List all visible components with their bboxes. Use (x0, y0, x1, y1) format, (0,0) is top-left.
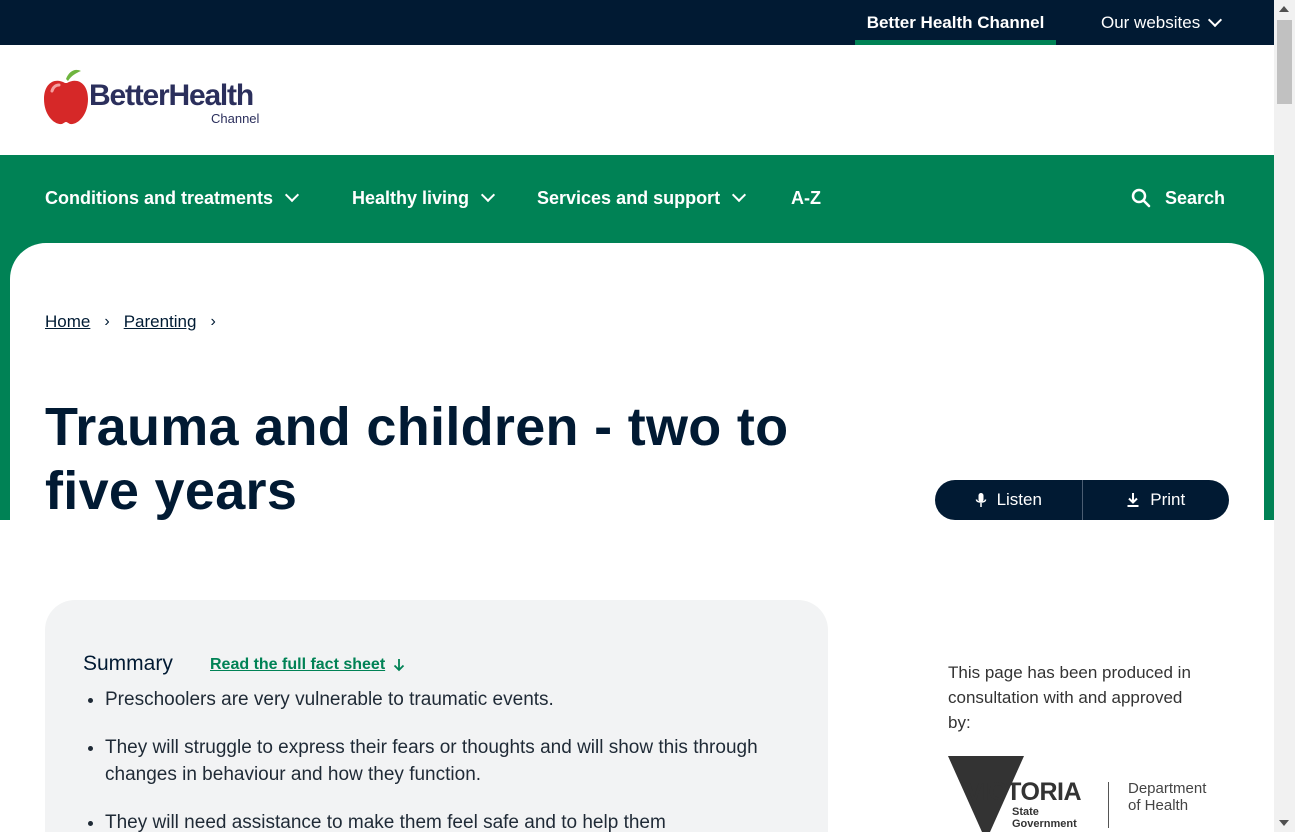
download-icon (1127, 493, 1139, 507)
summary-box: Summary Read the full fact sheet Prescho… (45, 600, 828, 832)
breadcrumb: Home › Parenting › (45, 312, 216, 332)
nav-services-and-support[interactable]: Services and support (537, 185, 747, 211)
logo-wordmark: BetterHealth (89, 79, 254, 112)
nav-item-label: Conditions and treatments (45, 187, 274, 208)
page-title: Trauma and children - two to five years (45, 397, 789, 521)
our-websites-label: Our websites (1101, 12, 1201, 32)
page-scrollbar[interactable] (1274, 0, 1295, 832)
search-label: Search (1165, 187, 1226, 208)
arrow-down-icon (394, 659, 405, 672)
victoria-government-logo[interactable]: VICTORIA State Government Department of … (948, 756, 1228, 832)
print-label: Print (1150, 490, 1186, 509)
print-button[interactable]: Print (1082, 480, 1229, 520)
our-websites-dropdown[interactable]: Our websites (1101, 0, 1223, 45)
apple-icon (44, 69, 88, 125)
department-of-health-label: Department of Health (1128, 780, 1207, 814)
chevron-down-icon (1208, 12, 1223, 27)
summary-heading: Summary (83, 652, 173, 675)
better-health-logo[interactable]: BetterHealth Channel (43, 69, 283, 129)
victoria-wordmark: VICTORIA (966, 778, 1082, 806)
summary-point: They will need assistance to make them f… (105, 809, 805, 832)
search-icon (1131, 188, 1151, 208)
microphone-icon (975, 493, 986, 507)
scrollbar-thumb[interactable] (1277, 20, 1292, 104)
breadcrumb-separator: › (210, 313, 216, 330)
scroll-down-arrow-icon[interactable] (1279, 820, 1289, 826)
breadcrumb-separator: › (104, 313, 110, 330)
breadcrumb-parenting-link[interactable]: Parenting (124, 312, 197, 332)
approval-note: This page has been produced in consultat… (948, 663, 1191, 732)
read-full-fact-sheet-link[interactable]: Read the full fact sheet (210, 656, 405, 674)
scroll-up-arrow-icon[interactable] (1279, 6, 1289, 12)
breadcrumb-home-link[interactable]: Home (45, 312, 90, 332)
listen-button[interactable]: Listen (935, 480, 1083, 520)
summary-point: They will struggle to express their fear… (105, 734, 805, 788)
nav-item-label: Services and support (537, 187, 721, 208)
nav-a-z[interactable]: A-Z (791, 185, 821, 211)
fact-sheet-link-label: Read the full fact sheet (210, 656, 386, 673)
nav-healthy-living[interactable]: Healthy living (352, 185, 496, 211)
header: BetterHealth Channel (0, 45, 1274, 155)
chevron-down-icon (480, 187, 496, 203)
search-button[interactable]: Search (1131, 185, 1225, 211)
chevron-down-icon (284, 187, 300, 203)
logo-subtitle: Channel (211, 111, 260, 126)
nav-item-label: A-Z (791, 187, 821, 208)
logo-divider (1108, 782, 1109, 828)
better-health-channel-tab[interactable]: Better Health Channel (855, 0, 1056, 45)
chevron-down-icon (731, 187, 747, 203)
page-actions: Listen Print (935, 480, 1229, 520)
summary-list: Preschoolers are very vulnerable to trau… (105, 686, 805, 832)
top-utility-bar: Better Health Channel Our websites (0, 0, 1274, 45)
summary-point: Preschoolers are very vulnerable to trau… (105, 686, 805, 713)
listen-label: Listen (996, 490, 1042, 509)
nav-item-label: Healthy living (352, 187, 470, 208)
nav-conditions-and-treatments[interactable]: Conditions and treatments (45, 185, 300, 211)
victoria-state-government: State Government (1012, 806, 1077, 830)
